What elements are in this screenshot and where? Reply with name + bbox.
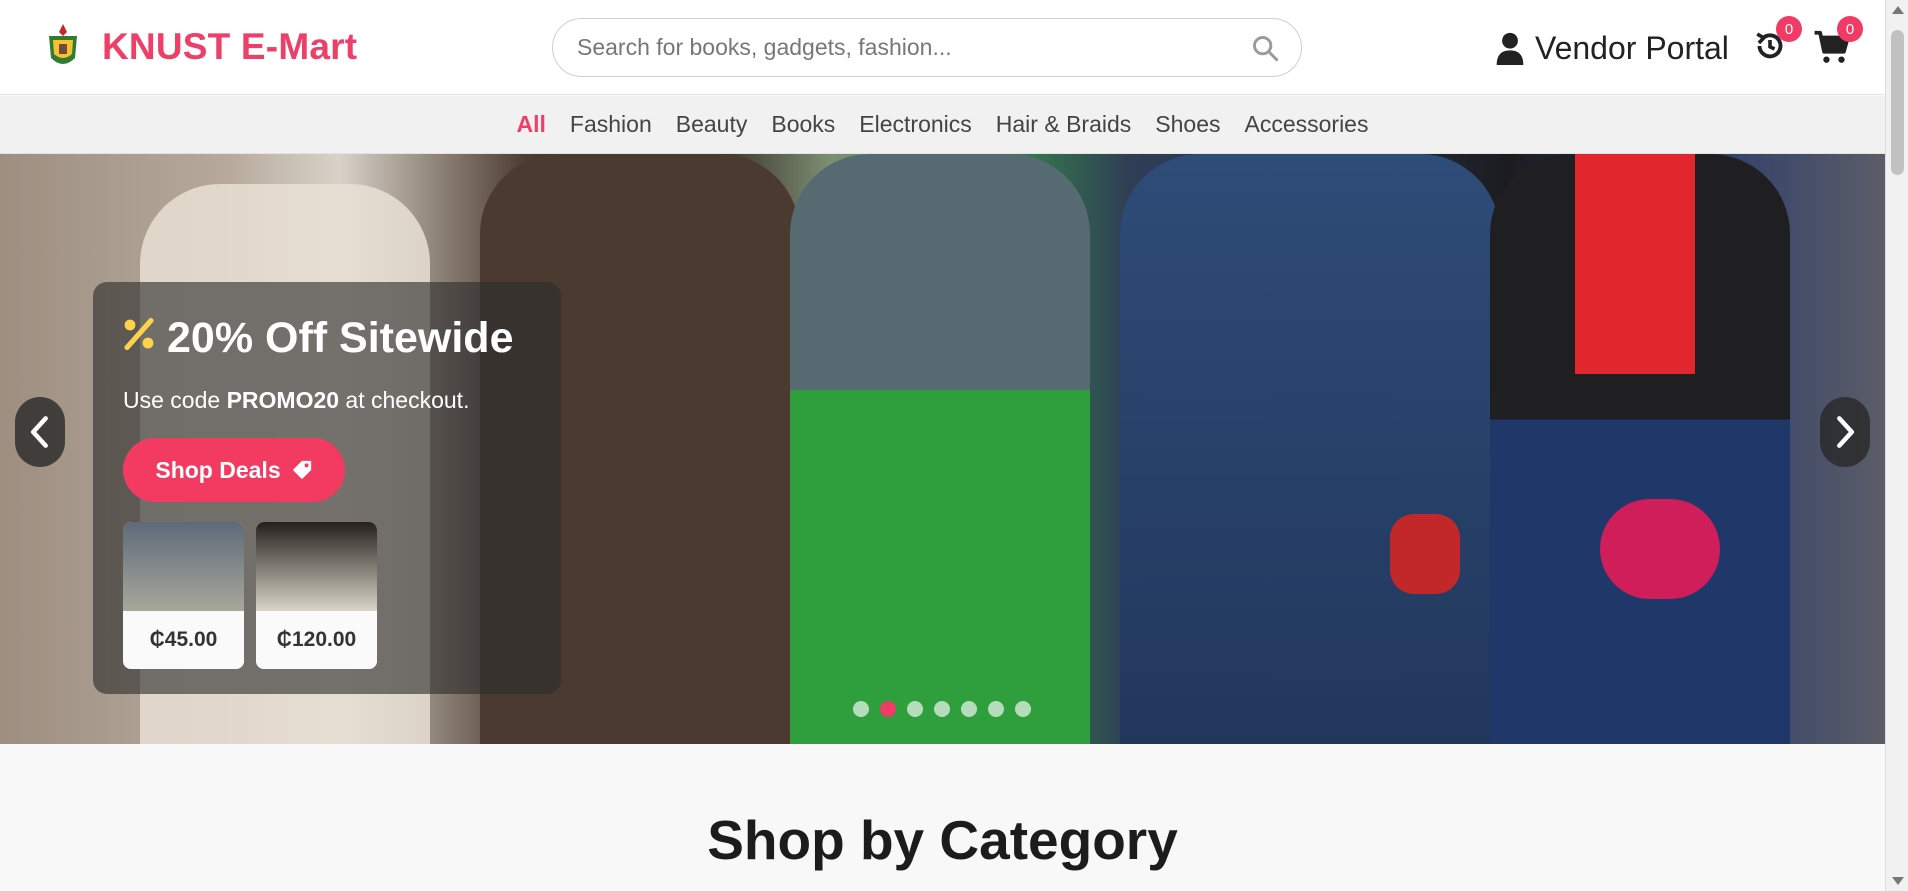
- product-price: ₵45.00: [123, 611, 244, 669]
- promo-panel: 20% Off Sitewide Use code PROMO20 at che…: [93, 282, 561, 694]
- product-price: ₵120.00: [256, 611, 377, 669]
- chevron-right-icon: [1837, 416, 1855, 448]
- nav-item-books[interactable]: Books: [771, 111, 835, 138]
- search-bar: [552, 18, 1302, 77]
- page-scrollbar[interactable]: [1885, 0, 1908, 891]
- search-input[interactable]: [577, 19, 1217, 76]
- vendor-portal-link[interactable]: Vendor Portal: [1495, 28, 1729, 68]
- hero-image-handbag: [1390, 514, 1460, 594]
- product-image: [123, 522, 244, 611]
- user-icon: [1496, 32, 1524, 65]
- nav-item-all[interactable]: All: [517, 111, 546, 138]
- hero-image-figure: [1120, 154, 1500, 744]
- carousel-dot[interactable]: [934, 701, 950, 717]
- promo-subtitle-suffix: at checkout.: [339, 387, 470, 413]
- nav-item-beauty[interactable]: Beauty: [676, 111, 748, 138]
- hero-image-detail: [1575, 154, 1695, 374]
- tag-icon: [292, 460, 311, 480]
- shop-deals-button[interactable]: Shop Deals: [123, 438, 345, 502]
- percent-icon: [121, 316, 157, 362]
- product-card[interactable]: ₵45.00: [123, 522, 244, 669]
- carousel-dot[interactable]: [880, 701, 896, 717]
- knust-crest-logo[interactable]: [43, 22, 83, 72]
- carousel-next-button[interactable]: [1820, 397, 1870, 467]
- scroll-down-arrow-icon[interactable]: [1892, 877, 1904, 885]
- nav-item-electronics[interactable]: Electronics: [859, 111, 971, 138]
- site-header: KNUST E-Mart Vendor Portal 0 0: [0, 0, 1885, 95]
- history-button[interactable]: 0: [1752, 16, 1802, 68]
- shop-deals-label: Shop Deals: [155, 456, 281, 483]
- nav-item-shoes[interactable]: Shoes: [1155, 111, 1220, 138]
- nav-item-fashion[interactable]: Fashion: [570, 111, 652, 138]
- scrollbar-thumb[interactable]: [1891, 30, 1904, 175]
- cart-button[interactable]: 0: [1813, 16, 1863, 68]
- product-card[interactable]: ₵120.00: [256, 522, 377, 669]
- chevron-left-icon: [30, 416, 48, 448]
- carousel-prev-button[interactable]: [15, 397, 65, 467]
- promo-code: PROMO20: [226, 387, 340, 413]
- carousel-dot[interactable]: [961, 701, 977, 717]
- brand-name[interactable]: KNUST E-Mart: [102, 26, 357, 68]
- nav-item-accessories[interactable]: Accessories: [1244, 111, 1368, 138]
- category-nav: All Fashion Beauty Books Electronics Hai…: [0, 96, 1885, 154]
- nav-item-hair-braids[interactable]: Hair & Braids: [996, 111, 1131, 138]
- hero-carousel: 20% Off Sitewide Use code PROMO20 at che…: [0, 154, 1885, 744]
- scroll-up-arrow-icon[interactable]: [1892, 6, 1904, 14]
- carousel-dot[interactable]: [1015, 701, 1031, 717]
- carousel-dot[interactable]: [988, 701, 1004, 717]
- promo-title: 20% Off Sitewide: [121, 314, 513, 363]
- carousel-dot[interactable]: [907, 701, 923, 717]
- promo-subtitle: Use code PROMO20 at checkout.: [123, 387, 469, 414]
- vendor-portal-label: Vendor Portal: [1535, 29, 1729, 66]
- product-image: [256, 522, 377, 611]
- promo-title-text: 20% Off Sitewide: [167, 314, 514, 362]
- carousel-dot[interactable]: [853, 701, 869, 717]
- cart-count-badge: 0: [1837, 16, 1863, 42]
- search-icon[interactable]: [1251, 34, 1279, 62]
- history-count-badge: 0: [1776, 16, 1802, 42]
- carousel-indicators: [853, 701, 1031, 717]
- promo-subtitle-prefix: Use code: [123, 387, 227, 413]
- hero-image-figure: [790, 154, 1090, 744]
- section-title: Shop by Category: [707, 809, 1178, 871]
- hero-image-handbag: [1600, 499, 1720, 599]
